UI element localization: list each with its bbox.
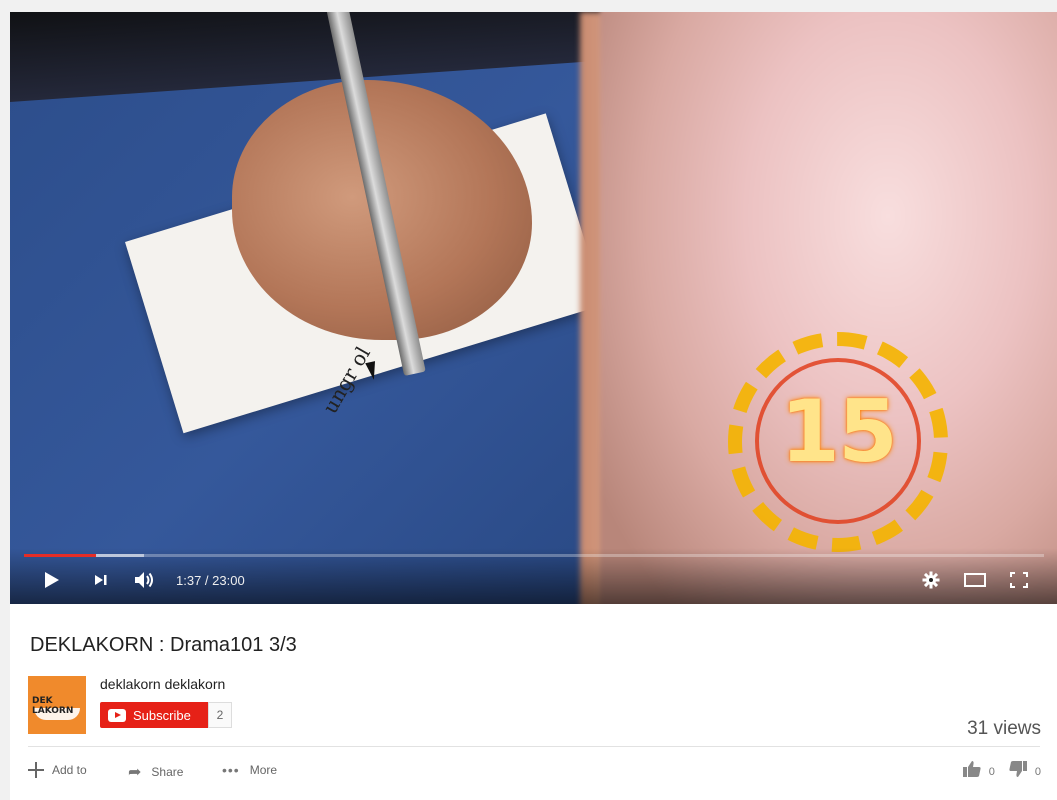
add-to-label: Add to: [52, 763, 87, 777]
channel-name[interactable]: deklakorn deklakorn: [100, 676, 225, 692]
subscribe-button[interactable]: Subscribe: [100, 702, 208, 728]
plus-icon: [28, 762, 44, 778]
more-label: More: [249, 763, 278, 777]
video-info-panel: DEKLAKORN : Drama101 3/3 DEK LAKORN dekl…: [10, 604, 1057, 800]
dislike-button[interactable]: [1009, 761, 1027, 782]
like-button[interactable]: [962, 761, 981, 782]
avatar-text-line2: LAKORN: [32, 706, 74, 716]
subscribe-label: Subscribe: [133, 707, 191, 723]
fullscreen-icon: [1010, 572, 1028, 588]
subscriber-count: 2: [208, 702, 232, 728]
avatar-text-line1: DEK: [32, 696, 53, 706]
divider: [28, 746, 1040, 747]
volume-button[interactable]: [134, 567, 162, 593]
avatar-logo-text: DEK LAKORN: [32, 696, 73, 716]
more-dots-icon: •••: [222, 762, 240, 778]
fullscreen-button[interactable]: [1010, 567, 1034, 593]
video-title: DEKLAKORN : Drama101 3/3: [30, 634, 297, 656]
play-button[interactable]: [44, 567, 68, 593]
thumbs-up-icon: [962, 761, 981, 777]
dislike-count: 0: [1034, 765, 1041, 778]
duration: 23:00: [212, 572, 245, 588]
theater-mode-button[interactable]: [964, 567, 990, 593]
page: ungr ol 15 1:37 / 23:00 DEKLAKORN: Dram…: [0, 0, 1057, 800]
current-time: 1:37: [176, 572, 202, 588]
video-frame: ungr ol 15: [10, 12, 1057, 604]
time-display: 1:37 / 23:00: [176, 567, 245, 593]
settings-button[interactable]: [922, 567, 944, 593]
gear-icon: [922, 571, 940, 589]
like-count: 0: [988, 765, 995, 778]
more-button[interactable]: ••• More: [222, 762, 277, 778]
thumbs-down-icon: [1009, 761, 1027, 777]
play-icon: [45, 572, 59, 588]
channel-avatar[interactable]: DEK LAKORN: [28, 676, 86, 734]
youtube-play-icon: [108, 708, 126, 722]
share-label: Share: [151, 765, 184, 779]
countdown-number: 15: [780, 382, 898, 482]
time-separator: /: [201, 572, 213, 588]
share-arrow-icon: ➦: [128, 764, 142, 781]
next-icon: [95, 575, 107, 585]
volume-icon: [135, 572, 153, 588]
like-dislike-bar: 0 0: [962, 761, 1041, 782]
progress-bar[interactable]: [24, 554, 1044, 557]
share-button[interactable]: ➦ Share: [128, 762, 183, 782]
progress-played: [24, 554, 97, 557]
theater-icon: [964, 573, 986, 587]
add-to-button[interactable]: Add to: [28, 762, 87, 778]
video-player[interactable]: ungr ol 15 1:37 / 23:00: [10, 12, 1057, 604]
view-count: 31 views: [967, 718, 1041, 739]
next-button[interactable]: [94, 567, 116, 593]
